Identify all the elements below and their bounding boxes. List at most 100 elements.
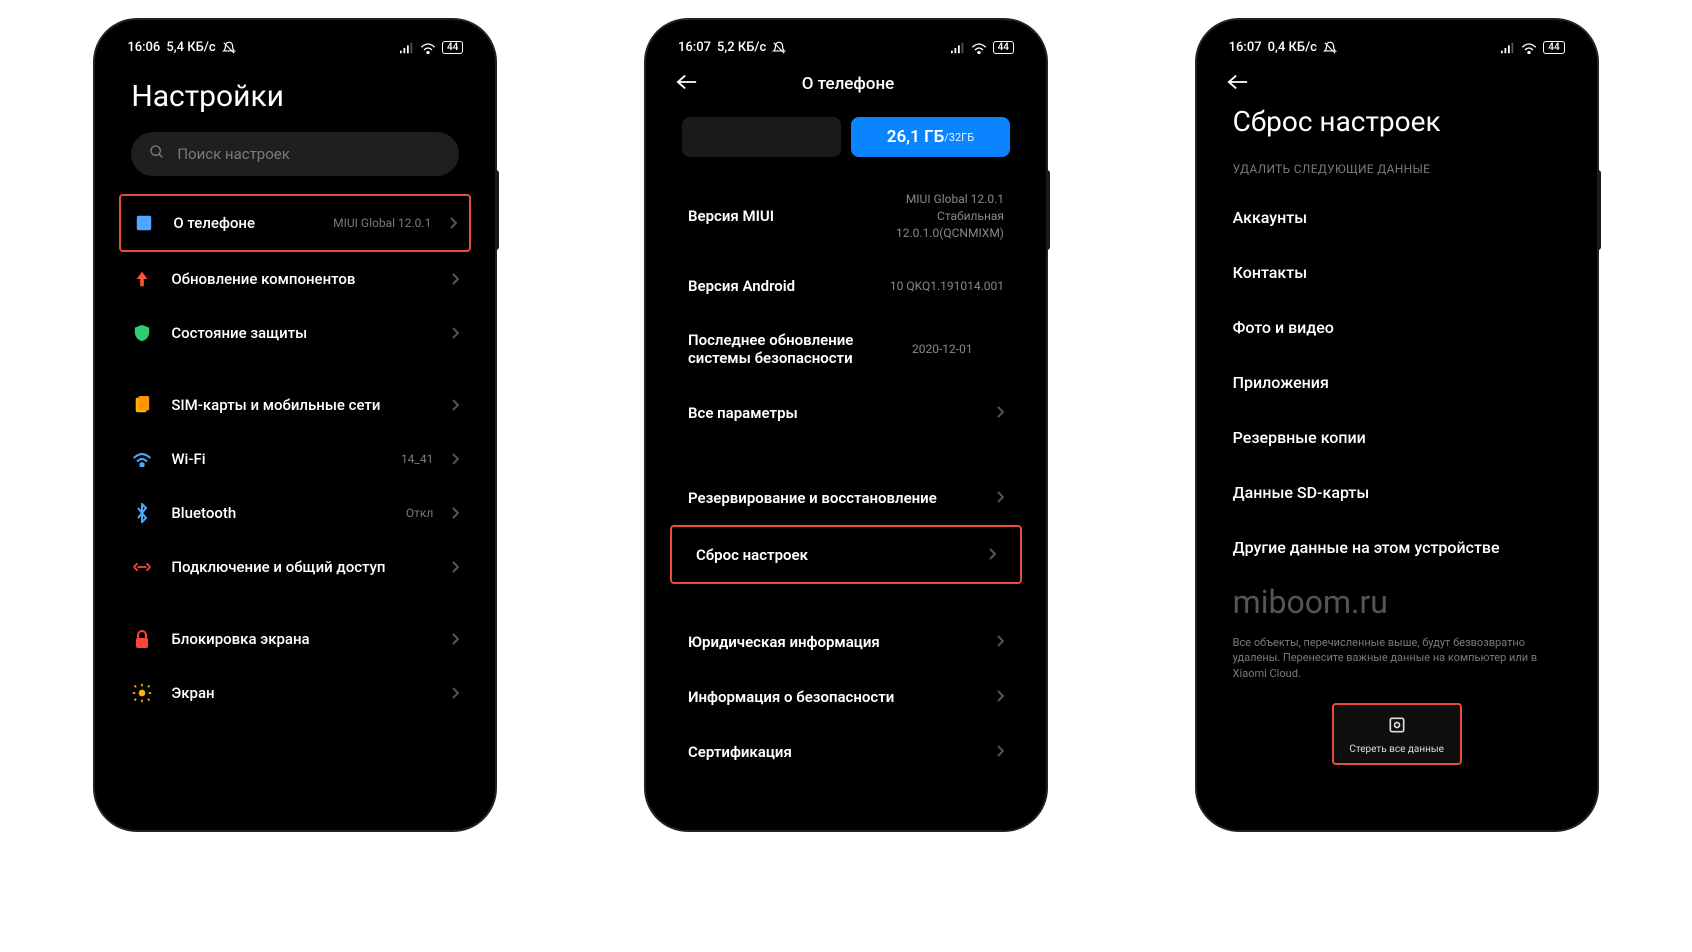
chevron-right-icon (996, 488, 1004, 507)
chevron-right-icon (451, 450, 459, 469)
row-legal-info[interactable]: Юридическая информация (664, 614, 1028, 669)
app-bar-title: О телефоне (712, 74, 984, 94)
chevron-right-icon (451, 684, 459, 703)
row-wifi[interactable]: Wi-Fi 14_41 (119, 432, 471, 486)
row-security-update[interactable]: Последнее обновление системы безопасност… (664, 313, 1028, 385)
chevron-right-icon (451, 504, 459, 523)
row-value: MIUI Global 12.0.1 (333, 216, 431, 230)
row-label: Последнее обновление системы безопасност… (688, 331, 898, 367)
row-label: Резервирование и восстановление (688, 489, 982, 507)
row-label: Обновление компонентов (171, 270, 433, 288)
row-label: Экран (171, 684, 433, 702)
storage-free (682, 117, 841, 157)
row-label: SIM-карты и мобильные сети (171, 396, 433, 414)
search-icon (149, 144, 165, 164)
page-title: Настройки (107, 59, 483, 132)
wifi-icon (131, 448, 153, 470)
battery-icon: 44 (442, 41, 463, 54)
storage-used: 26,1 ГБ/32ГБ (851, 117, 1010, 157)
row-bluetooth[interactable]: Bluetooth Откл (119, 486, 471, 540)
row-label: Wi-Fi (171, 450, 383, 468)
update-icon (131, 268, 153, 290)
brightness-icon (131, 682, 153, 704)
chevron-right-icon (996, 742, 1004, 761)
row-certification[interactable]: Сертификация (664, 724, 1028, 779)
row-all-params[interactable]: Все параметры (664, 385, 1028, 440)
wifi-icon (971, 42, 987, 54)
status-bar: 16:07 5,2 КБ/с 44 (658, 32, 1034, 59)
battery-icon: 44 (993, 41, 1014, 54)
chevron-right-icon (451, 396, 459, 415)
chevron-right-icon (996, 632, 1004, 651)
signal-icon (400, 42, 414, 54)
app-bar (1209, 59, 1585, 99)
signal-icon (1501, 42, 1515, 54)
storage-card[interactable]: 26,1 ГБ/32ГБ (682, 117, 1010, 157)
status-bar: 16:07 0,4 КБ/с 44 (1209, 32, 1585, 59)
back-button[interactable] (1227, 73, 1249, 95)
status-time: 16:07 (678, 40, 711, 55)
status-speed: 5,2 КБ/с (717, 40, 766, 55)
item-contacts: Контакты (1209, 245, 1585, 300)
row-backup-restore[interactable]: Резервирование и восстановление (664, 470, 1028, 525)
reset-icon (1387, 715, 1407, 738)
row-value: Откл (406, 506, 433, 520)
signal-icon (951, 42, 965, 54)
item-backups: Резервные копии (1209, 410, 1585, 465)
row-label: Подключение и общий доступ (171, 558, 433, 576)
app-bar: О телефоне (658, 59, 1034, 109)
row-safety-info[interactable]: Информация о безопасности (664, 669, 1028, 724)
chevron-right-icon (451, 270, 459, 289)
section-label: УДАЛИТЬ СЛЕДУЮЩИЕ ДАННЫЕ (1209, 156, 1585, 190)
lock-icon (131, 628, 153, 650)
share-icon (131, 556, 153, 578)
row-label: Все параметры (688, 404, 982, 422)
chevron-right-icon (996, 403, 1004, 422)
erase-label: Стереть все данные (1349, 744, 1444, 755)
bluetooth-icon (131, 502, 153, 524)
row-connection-sharing[interactable]: Подключение и общий доступ (119, 540, 471, 594)
wifi-icon (1521, 42, 1537, 54)
erase-all-button[interactable]: Стереть все данные (1332, 703, 1462, 765)
battery-icon: 44 (1543, 41, 1564, 54)
phone-frame-3: 16:07 0,4 КБ/с 44 Сброс настроек УДАЛИТЬ… (1197, 20, 1597, 830)
search-placeholder: Поиск настроек (177, 145, 290, 163)
sim-icon (131, 394, 153, 416)
row-factory-reset[interactable]: Сброс настроек (670, 525, 1022, 584)
row-security-status[interactable]: Состояние защиты (119, 306, 471, 360)
status-speed: 0,4 КБ/с (1268, 40, 1317, 55)
status-speed: 5,4 КБ/с (166, 40, 215, 55)
row-label: Версия MIUI (688, 207, 882, 225)
phone-frame-1: 16:06 5,4 КБ/с 44 Настройки Поиск настро… (95, 20, 495, 830)
row-component-update[interactable]: Обновление компонентов (119, 252, 471, 306)
mute-icon (1323, 41, 1337, 55)
chevron-right-icon (449, 214, 457, 233)
warning-text: Все объекты, перечисленные выше, будут б… (1209, 621, 1585, 691)
row-lock-screen[interactable]: Блокировка экрана (119, 612, 471, 666)
row-value: 2020-12-01 (912, 341, 973, 358)
search-input[interactable]: Поиск настроек (131, 132, 459, 176)
chevron-right-icon (451, 558, 459, 577)
row-value: 10 QKQ1.191014.001 (890, 278, 1004, 295)
row-display[interactable]: Экран (119, 666, 471, 720)
row-label: Bluetooth (171, 504, 388, 522)
row-label: Информация о безопасности (688, 688, 982, 706)
back-button[interactable] (676, 73, 698, 95)
chevron-right-icon (451, 324, 459, 343)
chevron-right-icon (451, 630, 459, 649)
row-label: Версия Android (688, 277, 876, 295)
row-label: Юридическая информация (688, 633, 982, 651)
row-miui-version[interactable]: Версия MIUI MIUI Global 12.0.1 Стабильна… (664, 173, 1028, 259)
row-value: MIUI Global 12.0.1 Стабильная 12.0.1.0(Q… (896, 191, 1004, 241)
row-label: Сброс настроек (696, 546, 974, 564)
item-sd-data: Данные SD-карты (1209, 465, 1585, 520)
item-accounts: Аккаунты (1209, 190, 1585, 245)
item-photos-videos: Фото и видео (1209, 300, 1585, 355)
row-android-version[interactable]: Версия Android 10 QKQ1.191014.001 (664, 259, 1028, 313)
shield-icon (131, 322, 153, 344)
row-about-phone[interactable]: О телефоне MIUI Global 12.0.1 (119, 194, 471, 252)
chevron-right-icon (996, 687, 1004, 706)
row-label: Сертификация (688, 743, 982, 761)
row-sim-cards[interactable]: SIM-карты и мобильные сети (119, 378, 471, 432)
item-apps: Приложения (1209, 355, 1585, 410)
